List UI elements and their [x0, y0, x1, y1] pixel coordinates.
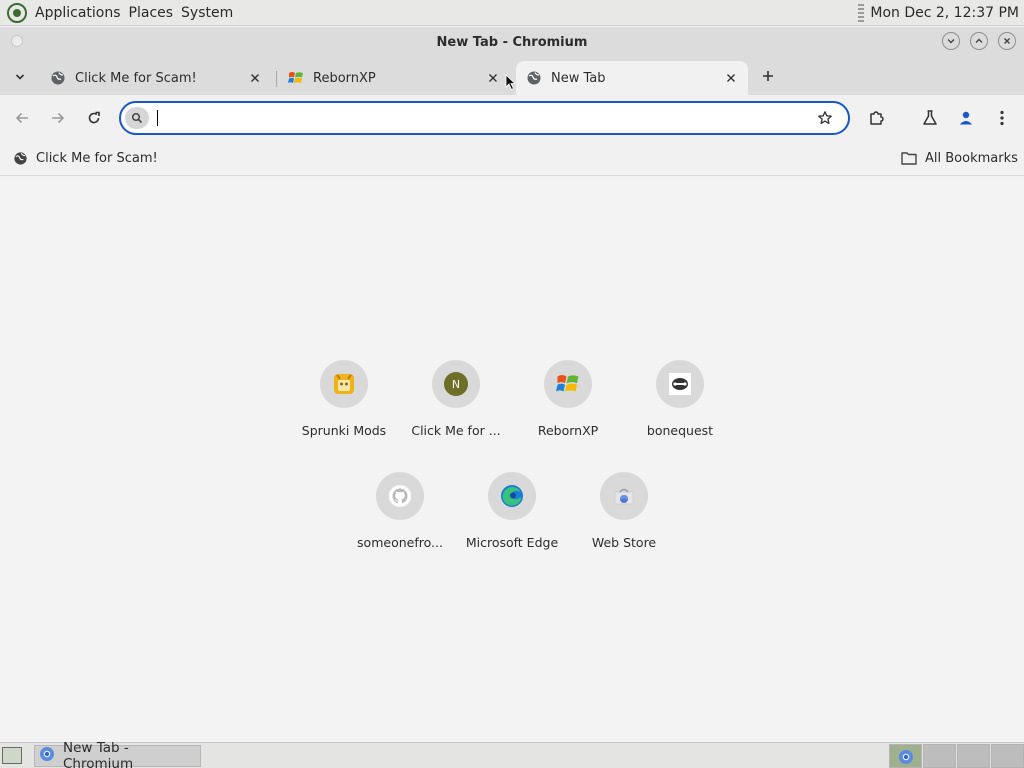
shortcut-microsoft-edge[interactable]: Microsoft Edge — [456, 472, 568, 572]
github-icon — [376, 472, 424, 520]
shortcut-click-me-for[interactable]: N Click Me for ... — [400, 360, 512, 460]
shortcut-label: Microsoft Edge — [465, 535, 559, 550]
omnibox[interactable] — [119, 101, 850, 135]
tab-separator — [276, 71, 277, 87]
menu-button[interactable] — [991, 107, 1013, 129]
taskbar-window-label: New Tab - Chromium — [63, 740, 134, 768]
chevron-down-icon — [947, 39, 955, 44]
close-window-button[interactable] — [998, 32, 1016, 50]
shortcut-label: Web Store — [591, 535, 657, 550]
workspace-2[interactable] — [923, 744, 956, 768]
close-icon — [1004, 38, 1010, 44]
tab-close-button[interactable] — [484, 69, 502, 87]
mouse-cursor-icon — [505, 74, 516, 91]
profile-icon — [959, 111, 973, 125]
show-desktop-button[interactable] — [2, 747, 22, 764]
tab-click-me-for-scam[interactable]: Click Me for Scam! — [40, 61, 272, 95]
workspace-4[interactable] — [991, 744, 1024, 768]
plus-icon — [763, 71, 773, 81]
tab-search-button[interactable] — [10, 67, 30, 87]
new-tab-page: Sprunki Mods N Click Me for ... RebornXP… — [0, 177, 1024, 742]
bonequest-icon — [656, 360, 704, 408]
arrow-right-icon — [52, 112, 65, 124]
system-menu[interactable]: System — [177, 5, 237, 21]
tab-close-button[interactable] — [246, 69, 264, 87]
bookmarks-bar: Click Me for Scam! All Bookmarks — [0, 141, 1024, 176]
distro-logo-icon[interactable] — [7, 2, 27, 23]
minimize-button[interactable] — [942, 32, 960, 50]
tab-label: RebornXP — [313, 70, 376, 86]
letter-avatar: N — [444, 372, 468, 396]
edge-icon — [488, 472, 536, 520]
browser-toolbar — [0, 95, 1024, 141]
arrow-left-icon — [15, 112, 28, 124]
more-vert-icon — [1000, 110, 1004, 126]
shortcut-rebornxp[interactable]: RebornXP — [512, 360, 624, 460]
reload-button[interactable] — [83, 107, 105, 129]
clock[interactable]: Mon Dec 2, 12:37 PM — [870, 5, 1019, 21]
folder-icon — [901, 150, 917, 166]
all-bookmarks-label: All Bookmarks — [925, 150, 1018, 166]
globe-icon — [12, 150, 28, 166]
window-titlebar[interactable]: New Tab - Chromium — [0, 27, 1024, 57]
chevron-up-icon — [975, 38, 983, 43]
taskbar-window-button[interactable]: New Tab - Chromium — [34, 740, 201, 768]
tab-rebornxp[interactable]: RebornXP — [278, 61, 510, 95]
windows-xp-logo-icon — [544, 360, 592, 408]
globe-icon — [50, 70, 66, 86]
text-caret — [157, 110, 158, 126]
tab-label: Click Me for Scam! — [75, 70, 197, 86]
maximize-button[interactable] — [970, 32, 988, 50]
close-icon — [489, 74, 497, 82]
omnibox-input[interactable] — [159, 107, 799, 129]
applications-menu[interactable]: Applications — [31, 5, 125, 21]
shortcut-label: Sprunki Mods — [301, 423, 387, 438]
workspace-1[interactable] — [889, 744, 922, 768]
sprunki-icon — [320, 360, 368, 408]
bookmark-star-button[interactable] — [816, 109, 834, 127]
bookmark-label: Click Me for Scam! — [36, 150, 158, 166]
profile-button[interactable] — [955, 107, 977, 129]
letter-n-icon: N — [432, 360, 480, 408]
extensions-button[interactable] — [866, 107, 888, 129]
new-tab-button[interactable] — [757, 65, 779, 87]
top-panel: Applications Places System Mon Dec 2, 12… — [0, 0, 1024, 26]
tab-new-tab[interactable]: New Tab — [516, 61, 748, 95]
window-title: New Tab - Chromium — [436, 34, 588, 50]
tab-close-button[interactable] — [722, 69, 740, 87]
search-icon — [125, 107, 149, 129]
shortcut-label: Click Me for ... — [411, 423, 501, 438]
web-store-icon — [600, 472, 648, 520]
windows-xp-logo-icon — [288, 70, 304, 86]
panel-grip-icon — [858, 3, 865, 22]
all-bookmarks-button[interactable]: All Bookmarks — [901, 148, 1018, 168]
chromium-icon — [39, 746, 55, 766]
places-menu[interactable]: Places — [125, 5, 178, 21]
bottom-panel: New Tab - Chromium — [0, 740, 1024, 768]
bookmark-click-me-for-scam[interactable]: Click Me for Scam! — [12, 148, 158, 168]
back-button[interactable] — [11, 107, 33, 129]
close-icon — [251, 74, 259, 82]
chevron-down-icon — [15, 74, 25, 80]
globe-icon — [526, 70, 542, 86]
shortcut-bonequest[interactable]: bonequest — [624, 360, 736, 460]
labs-button[interactable] — [919, 107, 941, 129]
shortcut-someonefrom[interactable]: someonefro... — [344, 472, 456, 572]
shortcut-sprunki-mods[interactable]: Sprunki Mods — [288, 360, 400, 460]
close-icon — [727, 74, 735, 82]
tab-strip: Click Me for Scam! RebornXP New Tab — [0, 57, 1024, 95]
shortcut-label: someonefro... — [357, 535, 443, 550]
workspace-3[interactable] — [957, 744, 990, 768]
chromium-icon — [899, 750, 913, 764]
tab-label: New Tab — [551, 70, 606, 86]
reload-icon — [88, 111, 100, 124]
star-icon — [818, 111, 832, 125]
puzzle-icon — [870, 111, 884, 125]
shortcut-label: bonequest — [646, 423, 714, 438]
flask-icon — [923, 110, 937, 125]
forward-button[interactable] — [47, 107, 69, 129]
shortcut-web-store[interactable]: Web Store — [568, 472, 680, 572]
window-menu-icon[interactable] — [11, 35, 23, 47]
shortcut-label: RebornXP — [537, 423, 599, 438]
